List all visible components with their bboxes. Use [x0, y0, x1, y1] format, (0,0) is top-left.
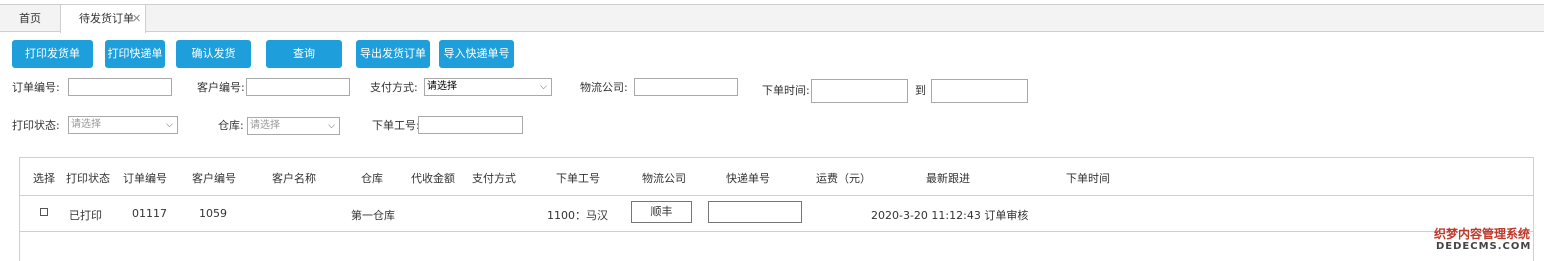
row-logistics-input[interactable]: 顺丰	[631, 201, 692, 223]
watermark-title: 织梦内容管理系统	[1434, 227, 1531, 241]
print-ship-order-button[interactable]: 打印发货单	[12, 40, 93, 68]
customer-no-input[interactable]	[246, 78, 350, 96]
warehouse-label: 仓库:	[218, 119, 244, 132]
tab-bar: 首页 待发货订单 ✕	[0, 4, 1544, 33]
logistics-label: 物流公司:	[580, 81, 628, 94]
print-express-button[interactable]: 打印快递单	[105, 40, 165, 68]
table-header-row: 选择 打印状态 订单编号 客户编号 客户名称 仓库 代收金额 支付方式 下单工号…	[20, 158, 1533, 196]
tab-pending-orders-label: 待发货订单	[79, 12, 134, 25]
print-status-label: 打印状态:	[12, 119, 60, 132]
tab-home[interactable]: 首页	[0, 5, 60, 32]
staff-no-input[interactable]	[418, 116, 523, 134]
warehouse-select[interactable]: 请选择 ⌵	[247, 117, 340, 135]
header-order-time: 下单时间	[1066, 172, 1110, 185]
close-icon[interactable]: ✕	[132, 5, 141, 32]
order-time-label: 下单时间:	[762, 84, 810, 97]
chevron-down-icon: ⌵	[166, 120, 173, 130]
row-customer-no: 1059	[199, 207, 227, 220]
tab-pending-orders[interactable]: 待发货订单 ✕	[60, 5, 146, 33]
query-button[interactable]: 查询	[266, 40, 342, 68]
logistics-input[interactable]	[634, 78, 738, 96]
header-customer-no: 客户编号	[192, 172, 236, 185]
table-row[interactable]: 已打印 01117 1059 第一仓库 1100：马汉 顺丰 2020-3-20…	[20, 196, 1533, 232]
order-time-end-input[interactable]	[931, 79, 1028, 103]
confirm-ship-button[interactable]: 确认发货	[176, 40, 251, 68]
row-latest-follow: 2020-3-20 11:12:43 订单审核	[871, 209, 1029, 222]
print-status-select-value: 请选择	[71, 119, 101, 130]
header-select: 选择	[33, 172, 55, 185]
tab-home-label: 首页	[19, 12, 41, 25]
row-select-checkbox[interactable]	[40, 208, 48, 216]
row-warehouse: 第一仓库	[351, 209, 395, 222]
row-tracking-no-input[interactable]	[708, 201, 802, 223]
header-latest-follow: 最新跟进	[926, 172, 970, 185]
row-staff-no: 1100：马汉	[547, 209, 608, 222]
order-no-label: 订单编号:	[12, 81, 60, 94]
header-warehouse: 仓库	[361, 172, 383, 185]
warehouse-select-value: 请选择	[250, 120, 280, 131]
header-logistics: 物流公司	[642, 172, 686, 185]
customer-no-label: 客户编号:	[197, 81, 245, 94]
chevron-down-icon: ⌵	[540, 82, 547, 92]
watermark-domain: DEDECMS.COM	[1436, 241, 1532, 252]
to-label: 到	[915, 84, 926, 97]
staff-no-label: 下单工号:	[372, 119, 420, 132]
payment-label: 支付方式:	[370, 81, 418, 94]
row-order-no: 01117	[132, 207, 167, 220]
orders-table: 选择 打印状态 订单编号 客户编号 客户名称 仓库 代收金额 支付方式 下单工号…	[19, 157, 1534, 261]
print-status-select[interactable]: 请选择 ⌵	[68, 116, 178, 134]
header-shipping-fee: 运费（元）	[816, 172, 871, 185]
header-customer-name: 客户名称	[272, 172, 316, 185]
order-time-start-input[interactable]	[811, 79, 908, 103]
header-order-no: 订单编号	[123, 172, 167, 185]
payment-select-value: 请选择	[427, 81, 457, 92]
row-print-status: 已打印	[69, 209, 102, 222]
import-tracking-button[interactable]: 导入快递单号	[439, 40, 514, 68]
chevron-down-icon: ⌵	[328, 121, 335, 131]
payment-select[interactable]: 请选择 ⌵	[424, 78, 552, 96]
header-tracking-no: 快递单号	[726, 172, 770, 185]
export-orders-button[interactable]: 导出发货订单	[356, 40, 430, 68]
header-print-status: 打印状态	[66, 172, 110, 185]
header-payment: 支付方式	[472, 172, 516, 185]
header-cod-amount: 代收金额	[411, 172, 455, 185]
order-no-input[interactable]	[68, 78, 172, 96]
header-staff-no: 下单工号	[556, 172, 600, 185]
